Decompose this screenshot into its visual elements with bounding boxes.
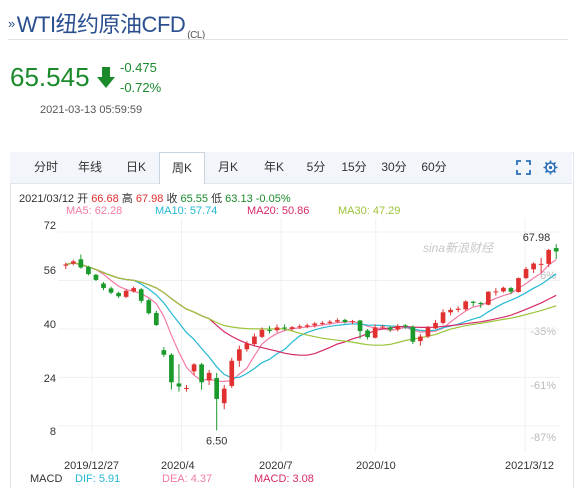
candle-body [501, 287, 506, 292]
candle-body [478, 302, 484, 305]
candle-body [191, 364, 197, 372]
candle-body [387, 327, 393, 330]
candle-body [418, 336, 423, 342]
candle-body [485, 291, 491, 305]
candle-body [546, 249, 552, 264]
candle-body [516, 278, 521, 293]
candle-body [199, 364, 204, 383]
candle-body [78, 259, 84, 268]
candle-body [304, 325, 310, 327]
candle-body [282, 327, 287, 329]
candle-body [101, 283, 106, 289]
candle-body [184, 388, 189, 390]
candle-body [470, 301, 476, 303]
candle-body [131, 288, 137, 292]
candlestick-chart[interactable]: 67.98 6.50 [0, 0, 574, 487]
candle-body [395, 325, 401, 330]
candle-body [153, 312, 159, 326]
candle-body [252, 336, 257, 345]
candle-body [86, 266, 91, 275]
candle-body [365, 330, 370, 338]
candle-body [312, 323, 318, 326]
candle-body [259, 329, 265, 337]
candle-body [357, 320, 363, 332]
candle-body [425, 327, 431, 337]
candle-body [236, 349, 242, 361]
candle-body [531, 263, 536, 270]
candle-body [410, 326, 416, 342]
candle-body [176, 383, 182, 387]
candle-body [169, 354, 174, 383]
candle-body [221, 388, 227, 404]
candle-body [350, 321, 355, 323]
candle-body [214, 378, 220, 399]
candle-body [108, 288, 114, 293]
min-price-label: 6.50 [206, 435, 227, 447]
candle-body [433, 322, 438, 329]
candle-body [493, 291, 499, 293]
max-price-label: 67.98 [523, 232, 551, 244]
candle-body [327, 321, 333, 323]
ma20-line [65, 262, 557, 356]
candle-body [138, 289, 144, 301]
ma5-line [65, 259, 557, 383]
candle-body [380, 326, 386, 328]
candle-body [116, 292, 121, 297]
candle-body [289, 327, 295, 329]
candle-body [206, 372, 212, 381]
candle-body [146, 300, 152, 314]
candle-body [335, 320, 340, 322]
candle-body [70, 261, 76, 264]
candle-body [508, 288, 514, 292]
candle-body [372, 327, 378, 338]
candle-body [553, 248, 559, 252]
candle-body [523, 269, 529, 279]
candle-body [161, 350, 167, 355]
candle-body [448, 309, 453, 313]
candle-body [319, 322, 325, 324]
candle-body [93, 274, 99, 280]
candle-body [440, 312, 446, 323]
candle-body [342, 319, 348, 323]
candle-body [538, 263, 544, 265]
candle-body [455, 308, 461, 310]
candle-body [123, 290, 129, 297]
candle-body [244, 343, 250, 350]
candle-body [274, 327, 280, 331]
candle-body [63, 264, 69, 266]
candle-body [297, 326, 303, 328]
candle-body [402, 325, 408, 327]
candle-body [463, 301, 469, 310]
candle-body [267, 329, 272, 331]
candle-body [229, 360, 235, 386]
